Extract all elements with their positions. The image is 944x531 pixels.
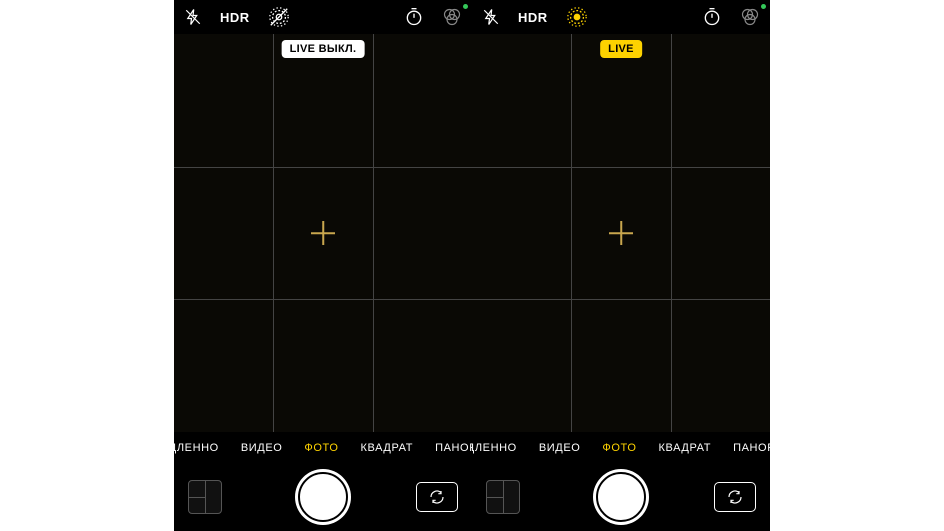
top-toolbar: HDR bbox=[472, 0, 770, 34]
bottom-controls bbox=[174, 463, 472, 531]
timer-icon[interactable] bbox=[404, 7, 424, 27]
switch-camera-button[interactable] bbox=[714, 482, 756, 512]
grid-line bbox=[273, 34, 274, 432]
shutter-button[interactable] bbox=[593, 469, 649, 525]
grid-line bbox=[174, 299, 472, 300]
grid-line bbox=[373, 34, 374, 432]
mode-square[interactable]: КВАДРАТ bbox=[361, 442, 414, 454]
last-photo-thumbnail[interactable] bbox=[188, 480, 222, 514]
grid-line bbox=[571, 34, 572, 432]
grid-line bbox=[671, 34, 672, 432]
mode-slomo[interactable]: ЕДЛЕННО bbox=[174, 442, 219, 454]
live-status-pill: LIVE ВЫКЛ. bbox=[282, 40, 365, 58]
mode-photo[interactable]: ФОТО bbox=[602, 442, 636, 454]
focus-crosshair bbox=[311, 221, 335, 245]
viewfinder[interactable]: LIVE ВЫКЛ. bbox=[174, 34, 472, 432]
shutter-button[interactable] bbox=[295, 469, 351, 525]
viewfinder[interactable]: LIVE bbox=[472, 34, 770, 432]
grid-line bbox=[174, 167, 472, 168]
mode-selector[interactable]: ЕДЛЕННО ВИДЕО ФОТО КВАДРАТ ПАНОР bbox=[174, 434, 472, 462]
mode-video[interactable]: ВИДЕО bbox=[241, 442, 283, 454]
top-toolbar: HDR bbox=[174, 0, 472, 34]
flash-icon[interactable] bbox=[482, 8, 500, 26]
mode-slomo[interactable]: ЕДЛЕННО bbox=[472, 442, 517, 454]
live-photo-icon[interactable] bbox=[268, 6, 290, 28]
focus-crosshair bbox=[609, 221, 633, 245]
flash-icon[interactable] bbox=[184, 8, 202, 26]
camera-screen-live-on: HDR LIVE ЕДЛЕННО ВИ bbox=[472, 0, 770, 531]
last-photo-thumbnail[interactable] bbox=[486, 480, 520, 514]
hdr-toggle[interactable]: HDR bbox=[518, 10, 548, 25]
mode-square[interactable]: КВАДРАТ bbox=[659, 442, 712, 454]
mode-pano[interactable]: ПАНОР bbox=[435, 442, 472, 454]
mode-selector[interactable]: ЕДЛЕННО ВИДЕО ФОТО КВАДРАТ ПАНОР bbox=[472, 434, 770, 462]
hdr-toggle[interactable]: HDR bbox=[220, 10, 250, 25]
filters-icon[interactable] bbox=[740, 7, 760, 27]
bottom-controls bbox=[472, 463, 770, 531]
timer-icon[interactable] bbox=[702, 7, 722, 27]
grid-line bbox=[472, 167, 770, 168]
camera-screen-live-off: HDR LIVE ВЫКЛ. ЕДЛЕННО bbox=[174, 0, 472, 531]
switch-camera-button[interactable] bbox=[416, 482, 458, 512]
grid-line bbox=[472, 299, 770, 300]
filters-icon[interactable] bbox=[442, 7, 462, 27]
mode-pano[interactable]: ПАНОР bbox=[733, 442, 770, 454]
live-status-pill: LIVE bbox=[600, 40, 642, 58]
live-photo-icon[interactable] bbox=[566, 6, 588, 28]
mode-video[interactable]: ВИДЕО bbox=[539, 442, 581, 454]
mode-photo[interactable]: ФОТО bbox=[304, 442, 338, 454]
